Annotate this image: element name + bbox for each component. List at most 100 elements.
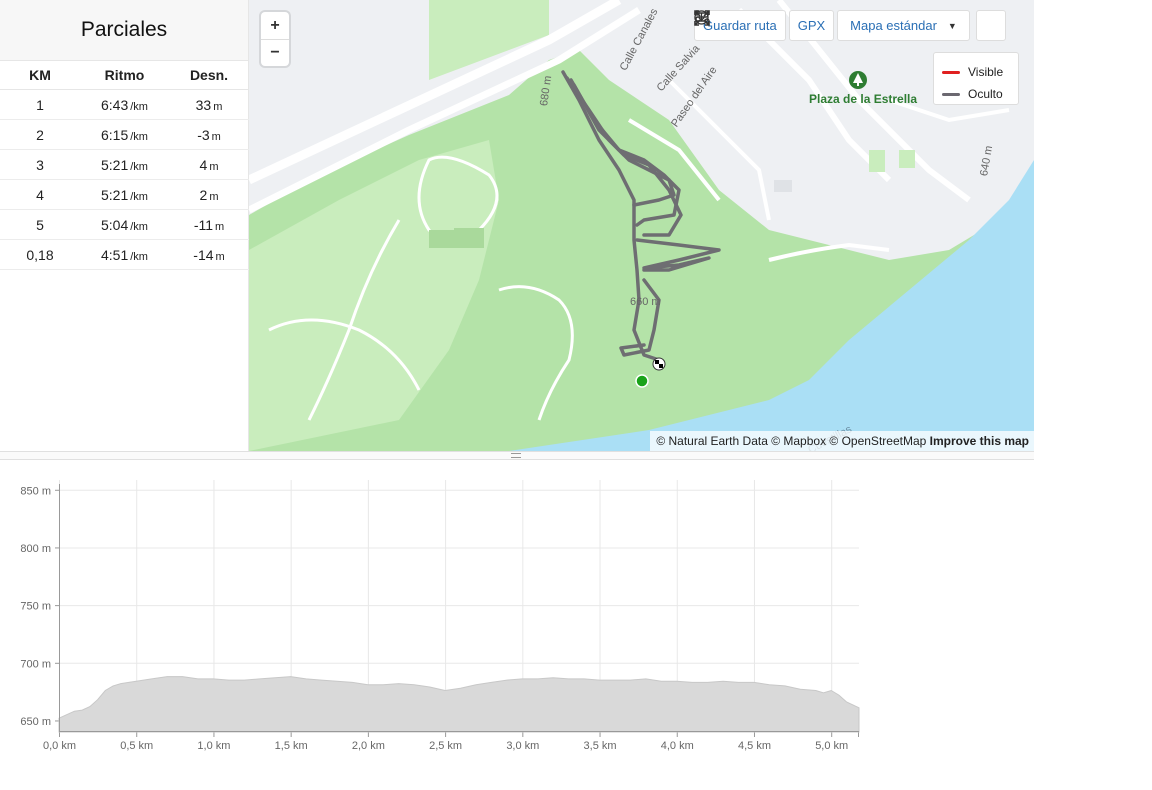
split-row: 2 6:15/km -3 m [0, 119, 249, 150]
attribution-text[interactable]: © Natural Earth Data © Mapbox © OpenStre… [656, 434, 926, 448]
x-tick-label: 0,0 km [43, 740, 76, 752]
elevation-value: 33 [195, 96, 212, 113]
split-elevation: -3 m [169, 119, 249, 150]
x-tick-label: 5,0 km [815, 740, 848, 752]
split-km: 4 [0, 179, 80, 210]
pace-value: 5:04 [101, 216, 129, 233]
track-legend: Visible Oculto [933, 52, 1019, 105]
y-tick-labels: 650 m 700 m 750 m 800 m 850 m [20, 485, 51, 728]
split-row: 4 5:21/km 2 m [0, 179, 249, 210]
split-row: 0,18 4:51/km -14 m [0, 239, 249, 270]
park-icon [849, 71, 867, 89]
map-attribution: © Natural Earth Data © Mapbox © OpenStre… [650, 431, 1034, 451]
pace-unit: /km [130, 100, 148, 113]
header-pace: Ritmo [80, 60, 169, 90]
gpx-label: GPX [797, 18, 826, 33]
contour-label: 660 m [630, 296, 661, 308]
map-canvas[interactable] [249, 0, 1034, 451]
legend-label: Visible [968, 65, 1004, 79]
pace-unit: /km [130, 220, 148, 233]
zoom-in-button[interactable]: + [261, 12, 289, 39]
improve-map-link[interactable]: Improve this map [930, 434, 1029, 448]
x-tick-label: 3,5 km [584, 740, 617, 752]
panel-resize-handle[interactable] [0, 451, 1034, 460]
gpx-button[interactable]: GPX [694, 10, 835, 41]
chevron-down-icon: ▼ [947, 20, 957, 31]
x-tick-label: 0,5 km [120, 740, 153, 752]
split-pace: 5:04/km [80, 209, 169, 240]
map-style-label: Mapa estándar [850, 18, 937, 33]
legend-item-visible[interactable]: Visible [942, 61, 1018, 83]
grip-icon [511, 453, 521, 458]
building [429, 230, 457, 248]
finish-flag-icon[interactable] [652, 357, 666, 371]
pace-unit: /km [130, 250, 148, 263]
elevation-value: -11 [193, 216, 214, 233]
pace-value: 6:15 [101, 126, 129, 143]
split-row: 1 6:43/km 33 m [0, 89, 249, 120]
start-marker[interactable] [635, 374, 649, 388]
split-km: 3 [0, 149, 80, 180]
map-style-dropdown[interactable]: Mapa estándar ▼ [837, 10, 970, 41]
elevation-area [58, 676, 860, 733]
split-km: 0,18 [0, 239, 80, 270]
pace-value: 6:43 [101, 96, 129, 113]
elevation-value: -14 [193, 246, 214, 263]
building [454, 228, 484, 248]
header-km: KM [0, 60, 80, 90]
split-pace: 4:51/km [80, 239, 169, 270]
zoom-controls: + − [261, 12, 289, 66]
y-tick-label: 750 m [20, 601, 51, 613]
elevation-unit: m [209, 160, 219, 173]
route-map[interactable]: Plaza de la Estrella Calle Canales Calle… [249, 0, 1034, 451]
building [869, 150, 885, 172]
building [774, 180, 792, 192]
y-tick-label: 850 m [20, 485, 51, 497]
y-tick-label: 700 m [20, 658, 51, 670]
splits-table: KM Ritmo Desn. 1 6:43/km 33 m 2 6:15/km -3 m 3 5:… [0, 60, 249, 270]
split-pace: 5:21/km [80, 149, 169, 180]
split-elevation: 33 m [169, 89, 249, 120]
fullscreen-icon [694, 10, 710, 26]
split-elevation: -14 m [169, 239, 249, 270]
split-elevation: 2m [169, 179, 249, 210]
elevation-unit: m [215, 220, 225, 233]
x-tick-label: 2,5 km [429, 740, 462, 752]
y-tick-label: 800 m [20, 543, 51, 555]
map-toolbar: Guardar ruta GPX Mapa estándar ▼ [694, 10, 1006, 41]
pace-unit: /km [130, 130, 148, 143]
save-route-label: Guardar ruta [703, 18, 777, 33]
legend-label: Oculto [968, 87, 1003, 101]
legend-swatch [942, 70, 960, 74]
split-km: 5 [0, 209, 80, 240]
header-elevation: Desn. [169, 60, 249, 90]
x-tick-label: 4,5 km [738, 740, 771, 752]
split-row: 3 5:21/km 4 m [0, 149, 249, 180]
elevation-value: 4 [199, 156, 208, 173]
pace-value: 5:21 [101, 186, 129, 203]
elevation-unit: m [213, 100, 223, 113]
building [899, 150, 915, 168]
split-km: 1 [0, 89, 80, 120]
split-pace: 6:43/km [80, 89, 169, 120]
elevation-unit: m [211, 130, 221, 143]
splits-title: Parciales [0, 0, 248, 60]
splits-header-row: KM Ritmo Desn. [0, 60, 249, 90]
zoom-out-button[interactable]: − [261, 39, 289, 66]
elevation-value: -3 [197, 126, 210, 143]
x-tick-label: 1,0 km [197, 740, 230, 752]
split-elevation: 4m [169, 149, 249, 180]
place-label: Plaza de la Estrella [809, 92, 918, 106]
split-pace: 5:21/km [80, 179, 169, 210]
legend-item-hidden[interactable]: Oculto [942, 83, 1018, 105]
pace-unit: /km [130, 190, 148, 203]
split-pace: 6:15/km [80, 119, 169, 150]
elevation-chart: 650 m 700 m 750 m 800 m 850 m 0,0 km 0,5 km 1,… [20, 480, 860, 752]
split-km: 2 [0, 119, 80, 150]
legend-swatch [942, 92, 960, 96]
elevation-unit: m [215, 250, 225, 263]
split-row: 5 5:04/km -11 m [0, 209, 249, 240]
fullscreen-button[interactable] [694, 10, 1006, 41]
pace-value: 5:21 [101, 156, 129, 173]
x-tick-label: 4,0 km [661, 740, 694, 752]
